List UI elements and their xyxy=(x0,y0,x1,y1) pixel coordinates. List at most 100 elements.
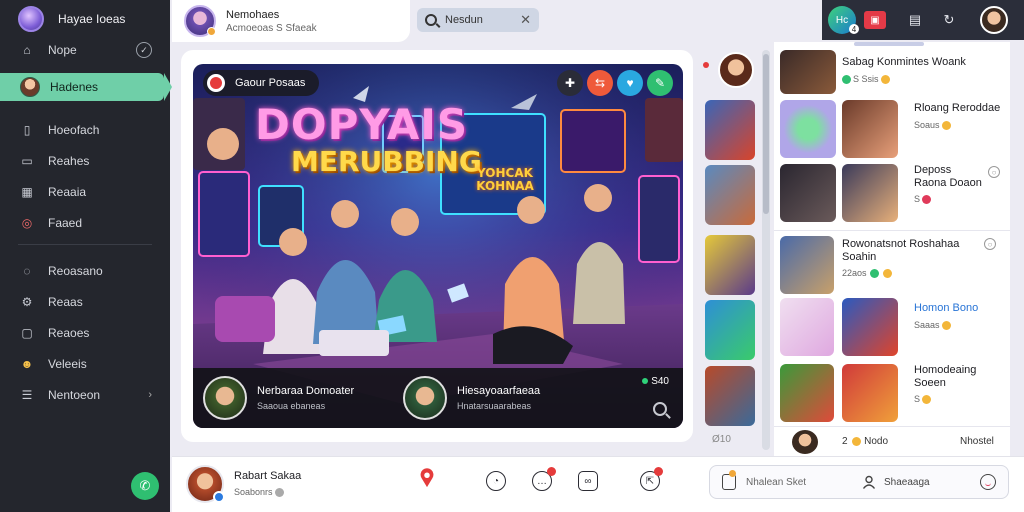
sidebar-item-notebook[interactable]: ▯ Hoeofach xyxy=(0,116,170,144)
thumbnail[interactable] xyxy=(705,300,755,360)
settings-icon: ⚙ xyxy=(21,295,33,309)
chat-icon: ◌ xyxy=(23,264,31,278)
notebook-icon: ▯ xyxy=(23,123,31,137)
clock-icon[interactable]: ◔ xyxy=(486,471,506,491)
app-logo[interactable] xyxy=(18,6,44,32)
phone-button[interactable]: ✆ xyxy=(131,472,159,500)
item-title: Sabag Konmintes Woank xyxy=(842,56,966,68)
avatar-icon xyxy=(20,77,40,97)
message-input[interactable]: Nhalean Sket Shaeaaga xyxy=(709,465,1009,499)
stream-badge[interactable]: Gaour Posaas xyxy=(203,70,320,96)
item-title: Deposs Raona Doaon xyxy=(914,164,982,190)
recommendations-list: Sabag Konmintes Woank S Ssis Rloang Rero… xyxy=(774,42,1010,456)
item-thumbnail xyxy=(780,364,834,422)
list-item[interactable]: Rloang Reroddae Soaus xyxy=(774,98,1010,158)
item-title: Rowonatsnot Roshahaa Soahin xyxy=(842,238,960,264)
sidebar-item-label: Reahes xyxy=(48,154,90,168)
streamer-card[interactable]: Nerbaraa Domoater Saaoua ebaneas xyxy=(203,376,354,420)
list-item[interactable]: Homon Bono Saaas xyxy=(774,296,1010,358)
notification-badge[interactable]: Hc xyxy=(828,6,859,34)
menu-icon: ☰ xyxy=(21,388,33,402)
streamer-avatar xyxy=(203,376,247,420)
item-meta: Saaas xyxy=(914,320,951,331)
sidebar-item-menu[interactable]: ☰ Nentoeon › xyxy=(0,381,170,409)
item-meta: 22aos xyxy=(842,268,892,279)
profile-subtitle: Acmoeoas S Sfaeak xyxy=(226,22,317,34)
sidebar-item-settings[interactable]: ⚙ Reaas xyxy=(0,288,170,316)
search-input[interactable]: Nesdun ✕ xyxy=(417,8,539,32)
list-item[interactable]: 2 Nodo Nhostel xyxy=(774,428,1010,456)
divider xyxy=(774,230,1010,231)
search-icon[interactable] xyxy=(653,402,667,416)
chevron-right-icon: › xyxy=(148,389,152,401)
close-icon[interactable]: ✕ xyxy=(520,12,531,28)
hero-title-line1: DOPYAIS xyxy=(255,100,469,149)
chat-icon[interactable]: ✎ xyxy=(647,70,673,96)
list-item[interactable]: Deposs Raona Doaon S ○ xyxy=(774,162,1010,228)
pin-icon[interactable] xyxy=(417,467,437,489)
stream-hero[interactable]: DOPYAIS MERUBBING YOHCAK KOHNAA Gaour Po… xyxy=(193,64,683,428)
sidebar-item-label: Nentoeon xyxy=(48,388,101,402)
sidebar-item-label: Veleeis xyxy=(48,357,87,371)
search-value: Nesdun xyxy=(445,14,483,26)
sidebar-item-home[interactable]: ⌂ Nope ✓ xyxy=(0,36,170,64)
streamer-avatar xyxy=(403,376,447,420)
thumbnail[interactable] xyxy=(705,235,755,295)
info-icon[interactable]: ○ xyxy=(984,238,996,250)
sidebar-item-label: Reaaia xyxy=(48,185,87,199)
monitor-icon: ▭ xyxy=(21,154,33,168)
sidebar: Hayae Ioeas ⌂ Nope ✓ Hadenes ▯ Hoeofach … xyxy=(0,0,172,512)
emoji-icon[interactable] xyxy=(980,474,996,490)
avatar[interactable] xyxy=(186,465,225,503)
info-icon[interactable]: ○ xyxy=(988,166,1000,178)
item-right-label: Nhostel xyxy=(960,436,994,447)
user-icon xyxy=(862,475,876,489)
hero-actions: ✚ ⇆ ♥ ✎ xyxy=(557,70,673,96)
window-icon[interactable]: ▤ xyxy=(902,7,928,33)
streamer-card[interactable]: Hiesayoaarfaeaa Hnatarsuaarabeas xyxy=(403,376,540,420)
sidebar-item-label: Reoasano xyxy=(48,264,103,278)
user-avatar[interactable] xyxy=(980,6,1008,34)
thumbnail[interactable] xyxy=(705,165,755,225)
item-thumbnail xyxy=(780,50,836,94)
active-caret xyxy=(164,73,172,101)
hero-title: DOPYAIS MERUBBING xyxy=(255,104,482,176)
sidebar-item-label: Hadenes xyxy=(50,80,99,94)
item-title: Homodeaing Soeen xyxy=(914,364,977,390)
scrollbar-thumb[interactable] xyxy=(763,54,769,214)
scrollbar[interactable] xyxy=(762,50,770,450)
item-thumbnail xyxy=(842,298,898,356)
thumbnail[interactable] xyxy=(705,100,755,160)
avatar[interactable] xyxy=(184,5,216,37)
thumbnail[interactable] xyxy=(705,366,755,426)
item-thumbnail xyxy=(780,236,834,294)
list-item[interactable]: Homodeaing Soeen S xyxy=(774,362,1010,424)
streamer-name: Nerbaraa Domoater xyxy=(257,385,355,397)
sidebar-item-monitor[interactable]: ▭ Reahes xyxy=(0,147,170,175)
share-icon[interactable]: ⇆ xyxy=(587,70,613,96)
status-dot xyxy=(207,27,216,36)
item-meta: S xyxy=(914,194,932,205)
sidebar-item-clipboard[interactable]: ▢ Reaoes xyxy=(0,319,170,347)
calendar-icon: ▦ xyxy=(21,185,33,199)
thumbnail-column xyxy=(705,50,757,450)
sidebar-item-chat[interactable]: ◌ Reoasano xyxy=(0,257,170,285)
plus-icon[interactable]: ✚ xyxy=(557,70,583,96)
refresh-icon[interactable]: ↻ xyxy=(936,7,962,33)
sidebar-item-calendar[interactable]: ▦ Reaaia xyxy=(0,178,170,206)
search-icon xyxy=(425,14,437,26)
list-item[interactable]: Sabag Konmintes Woank S Ssis xyxy=(774,48,1010,100)
item-meta: 2 Nodo xyxy=(842,436,889,447)
record-icon xyxy=(207,74,225,92)
message-icon xyxy=(722,470,736,490)
sidebar-header: Hayae Ioeas xyxy=(0,0,170,38)
heart-icon[interactable]: ♥ xyxy=(617,70,643,96)
video-icon[interactable]: ▣ xyxy=(864,11,886,29)
sidebar-item-label: Hoeofach xyxy=(48,123,100,137)
sidebar-item-instagram[interactable]: ◎ Faaed xyxy=(0,209,170,237)
sidebar-item-active[interactable]: Hadenes xyxy=(0,73,172,101)
list-item[interactable]: Rowonatsnot Roshahaa Soahin 22aos ○ xyxy=(774,234,1010,294)
link-icon[interactable]: ∞ xyxy=(578,471,598,491)
emoji-icon: ☻ xyxy=(20,357,34,371)
sidebar-item-emoji[interactable]: ☻ Veleeis xyxy=(0,350,170,378)
